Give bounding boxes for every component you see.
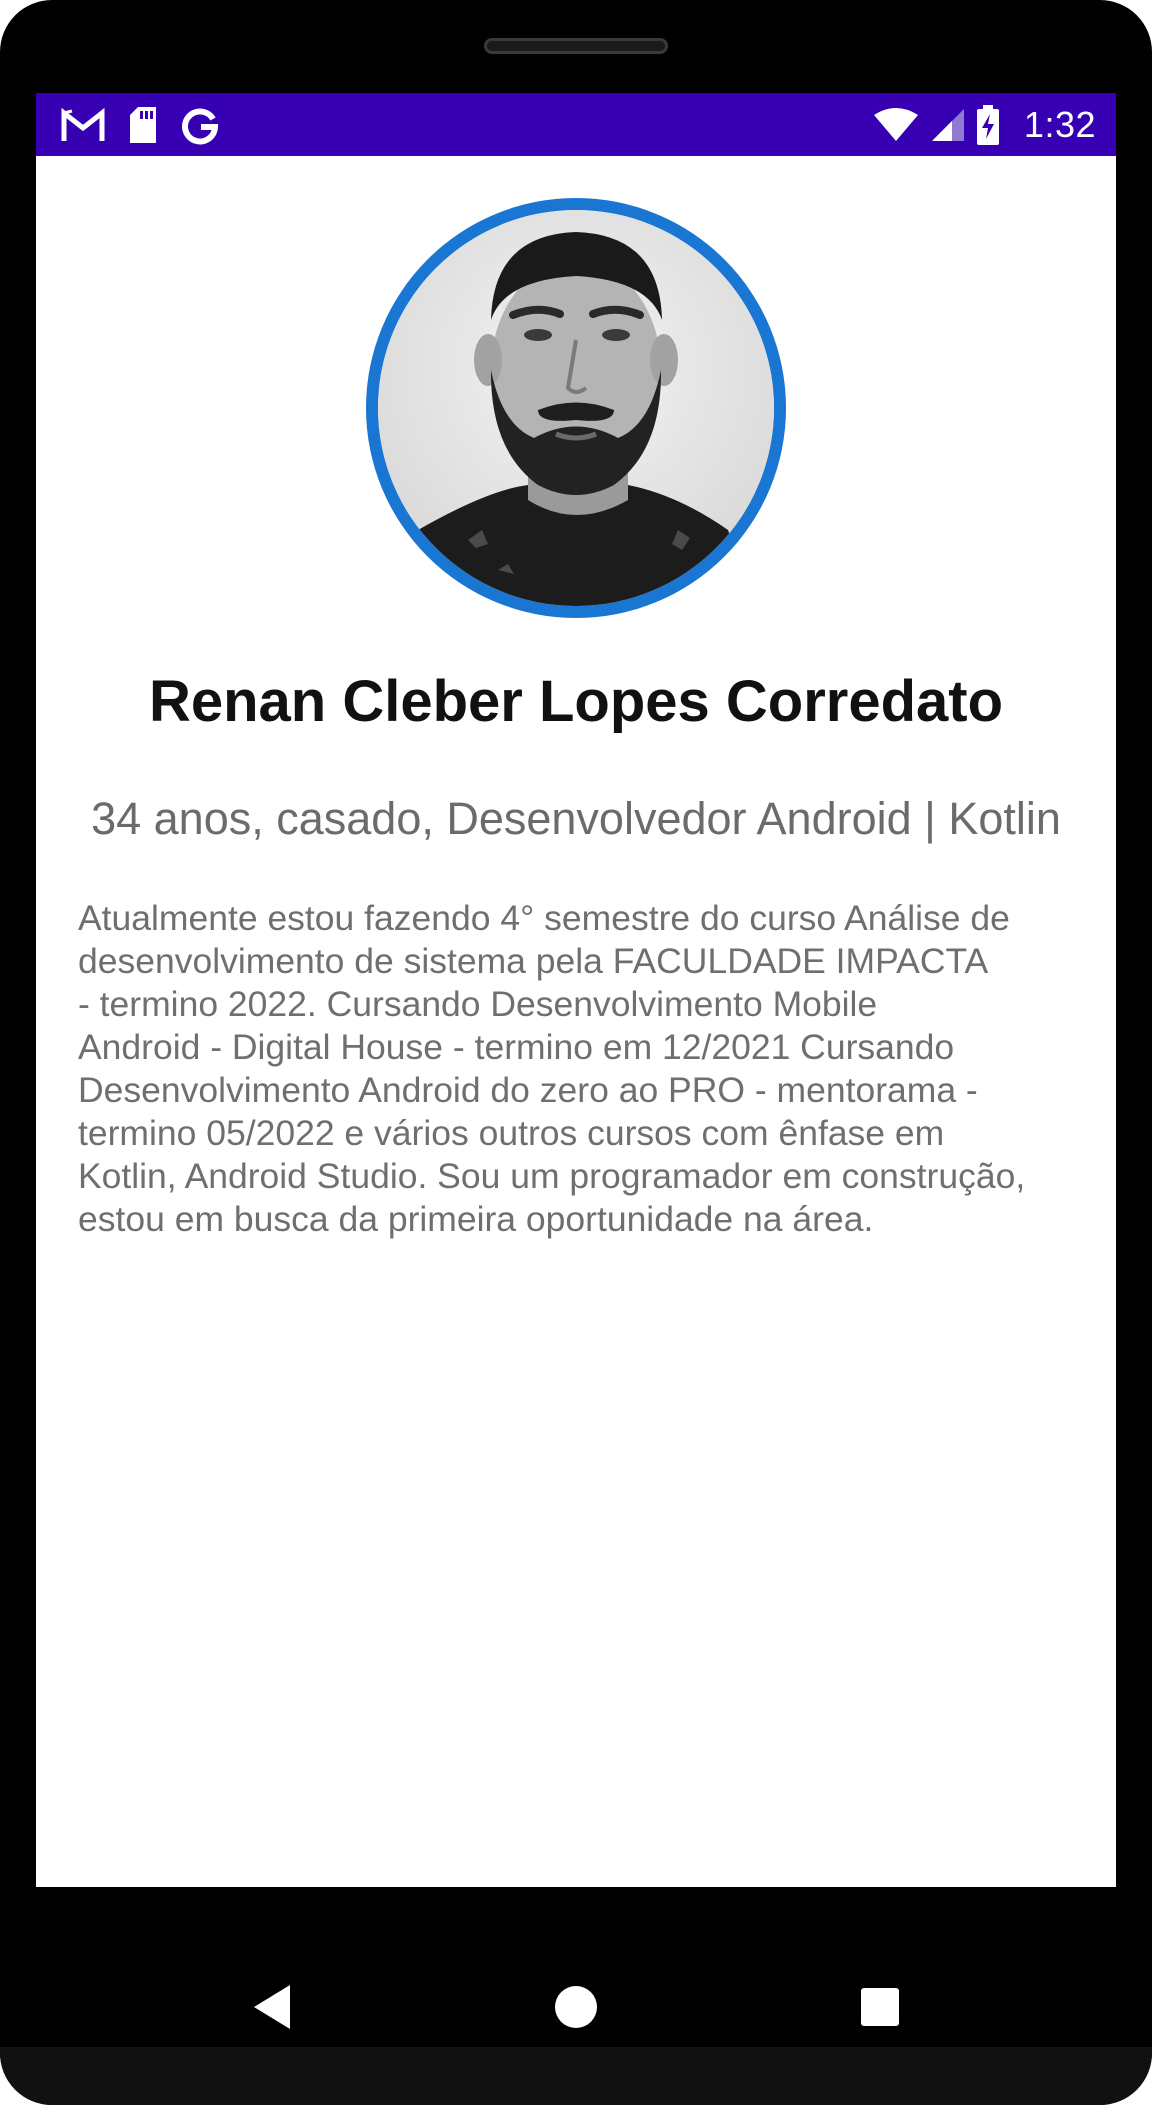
profile-photo xyxy=(378,210,774,606)
notification-icons xyxy=(60,103,220,147)
phone-device-frame: 1:32 Renan Cleber Lopes Corredato 34 ano… xyxy=(0,0,1152,2105)
profile-subtitle: 34 anos, casado, Desenvolvedor Android |… xyxy=(91,793,1061,844)
status-clock: 1:32 xyxy=(1023,104,1096,145)
bio-line: Desenvolvimento Android do zero ao PRO -… xyxy=(78,1070,978,1110)
device-chin xyxy=(0,2047,1152,2105)
profile-bio: Atualmente estou fazendo 4° semestre do … xyxy=(78,897,1088,1241)
back-icon xyxy=(250,1983,294,2036)
system-status-icons: 1:32 xyxy=(872,101,1096,149)
sd-card-icon xyxy=(126,105,160,145)
bio-line: Kotlin, Android Studio. Sou um programad… xyxy=(78,1156,1026,1196)
bio-line: desenvolvimento de sistema pela FACULDAD… xyxy=(78,941,989,981)
bio-line: termino 05/2022 e vários outros cursos c… xyxy=(78,1113,945,1153)
bio-line: - termino 2022. Cursando Desenvolvimento… xyxy=(78,984,878,1024)
recents-icon xyxy=(860,1987,900,2032)
earpiece-speaker xyxy=(484,38,668,54)
system-navigation-bar xyxy=(0,1887,1152,2047)
profile-name: Renan Cleber Lopes Corredato xyxy=(148,669,1004,734)
google-icon xyxy=(180,105,220,145)
bio-line: Android - Digital House - termino em 12/… xyxy=(78,1027,955,1067)
home-icon xyxy=(554,1985,598,2034)
app-screen: 1:32 Renan Cleber Lopes Corredato 34 ano… xyxy=(36,93,1116,1887)
bio-line: estou em busca da primeira oportunidade … xyxy=(78,1199,874,1239)
cell-signal-icon xyxy=(930,107,966,143)
status-bar: 1:32 xyxy=(36,93,1116,156)
bio-line: Atualmente estou fazendo 4° semestre do … xyxy=(78,898,1010,938)
gmail-icon xyxy=(60,107,106,143)
battery-charging-icon xyxy=(976,105,1000,145)
profile-photo-ring xyxy=(366,198,786,618)
wifi-icon xyxy=(872,107,920,143)
